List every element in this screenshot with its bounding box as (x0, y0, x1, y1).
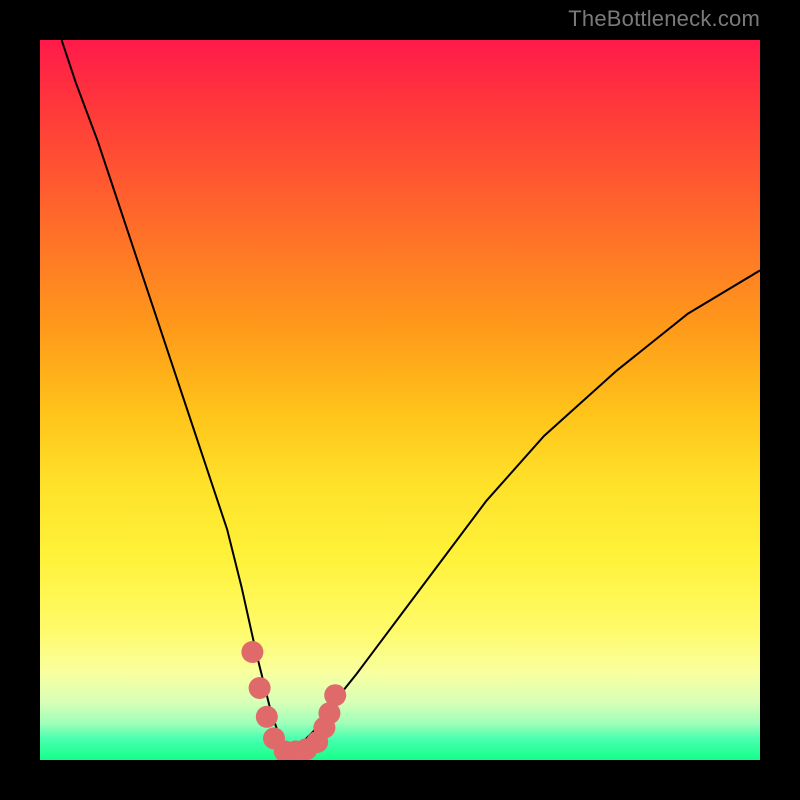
chart-frame: TheBottleneck.com (0, 0, 800, 800)
highlight-markers (241, 641, 346, 760)
bottleneck-curve (62, 40, 760, 753)
highlight-point (256, 706, 278, 728)
plot-area (40, 40, 760, 760)
highlight-point (241, 641, 263, 663)
attribution-text: TheBottleneck.com (568, 6, 760, 32)
highlight-point (249, 677, 271, 699)
highlight-point (324, 684, 346, 706)
chart-svg (40, 40, 760, 760)
